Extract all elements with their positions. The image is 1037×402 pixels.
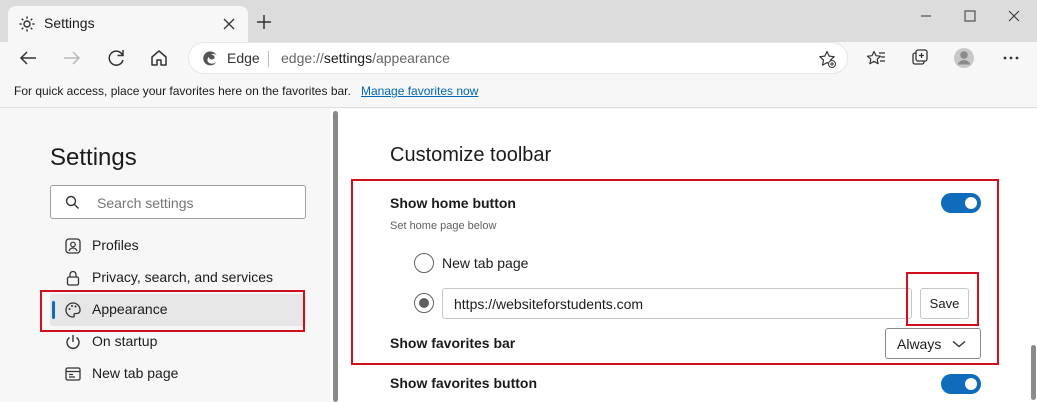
back-button[interactable] bbox=[13, 43, 43, 73]
new-tab-icon bbox=[64, 365, 82, 383]
sidebar-item-label: On startup bbox=[92, 333, 158, 349]
new-tab-button[interactable] bbox=[254, 12, 274, 32]
tab-strip: Settings bbox=[0, 0, 1037, 42]
maximize-button[interactable] bbox=[948, 4, 992, 28]
url-scheme: edge:// bbox=[281, 50, 324, 66]
url-host: settings bbox=[323, 50, 373, 66]
toggle-knob bbox=[965, 378, 977, 390]
refresh-button[interactable] bbox=[101, 43, 131, 73]
gear-icon bbox=[18, 15, 36, 33]
edge-logo-icon bbox=[201, 50, 219, 68]
close-icon[interactable] bbox=[220, 15, 238, 33]
sidebar-item-label: Privacy, search, and services bbox=[92, 269, 274, 285]
save-button-highlight-box bbox=[906, 272, 979, 326]
manage-favorites-link[interactable]: Manage favorites now bbox=[361, 84, 478, 98]
favorites-bar: For quick access, place your favorites h… bbox=[0, 76, 1037, 108]
address-bar[interactable]: Edge edge://settings/appearance bbox=[188, 42, 848, 74]
show-favorites-button-label: Show favorites button bbox=[390, 375, 537, 391]
sidebar-item-new-tab-page[interactable]: New tab page bbox=[50, 358, 306, 390]
sidebar-scrollbar-thumb[interactable] bbox=[333, 111, 338, 402]
tab-settings[interactable]: Settings bbox=[8, 6, 248, 42]
content-scrollbar[interactable] bbox=[1029, 109, 1037, 402]
sidebar-item-label: New tab page bbox=[92, 365, 179, 381]
address-divider bbox=[268, 51, 269, 67]
add-favorite-icon[interactable] bbox=[817, 49, 837, 69]
power-icon bbox=[64, 333, 82, 351]
profile-icon bbox=[64, 237, 82, 255]
favorites-bar-message: For quick access, place your favorites h… bbox=[14, 84, 351, 98]
browser-toolbar: Edge edge://settings/appearance bbox=[0, 42, 1037, 75]
collections-icon[interactable] bbox=[905, 43, 935, 73]
sidebar-scrollbar[interactable] bbox=[330, 109, 340, 402]
appearance-highlight-box bbox=[40, 290, 305, 332]
window-close-button[interactable] bbox=[992, 4, 1036, 28]
content-scrollbar-thumb[interactable] bbox=[1031, 345, 1036, 400]
show-favorites-button-toggle[interactable] bbox=[941, 374, 981, 394]
forward-button[interactable] bbox=[57, 43, 87, 73]
page-title: Settings bbox=[50, 144, 137, 171]
favorites-icon[interactable] bbox=[861, 43, 891, 73]
section-title: Customize toolbar bbox=[390, 144, 552, 166]
customize-toolbar-highlight-box bbox=[351, 179, 999, 365]
url-path: /appearance bbox=[372, 50, 450, 66]
minimize-button[interactable] bbox=[904, 4, 948, 28]
more-menu-icon[interactable] bbox=[996, 43, 1026, 73]
search-placeholder: Search settings bbox=[97, 195, 194, 211]
sidebar-item-label: Profiles bbox=[92, 237, 139, 253]
search-input[interactable]: Search settings bbox=[50, 185, 306, 219]
tab-title: Settings bbox=[44, 15, 95, 31]
sidebar-item-profiles[interactable]: Profiles bbox=[50, 230, 306, 262]
address-brand: Edge bbox=[227, 50, 260, 66]
lock-icon bbox=[64, 269, 82, 287]
search-icon bbox=[65, 195, 80, 210]
profile-avatar[interactable] bbox=[949, 43, 979, 73]
home-button[interactable] bbox=[144, 43, 174, 73]
address-url[interactable]: edge://settings/appearance bbox=[281, 50, 450, 66]
